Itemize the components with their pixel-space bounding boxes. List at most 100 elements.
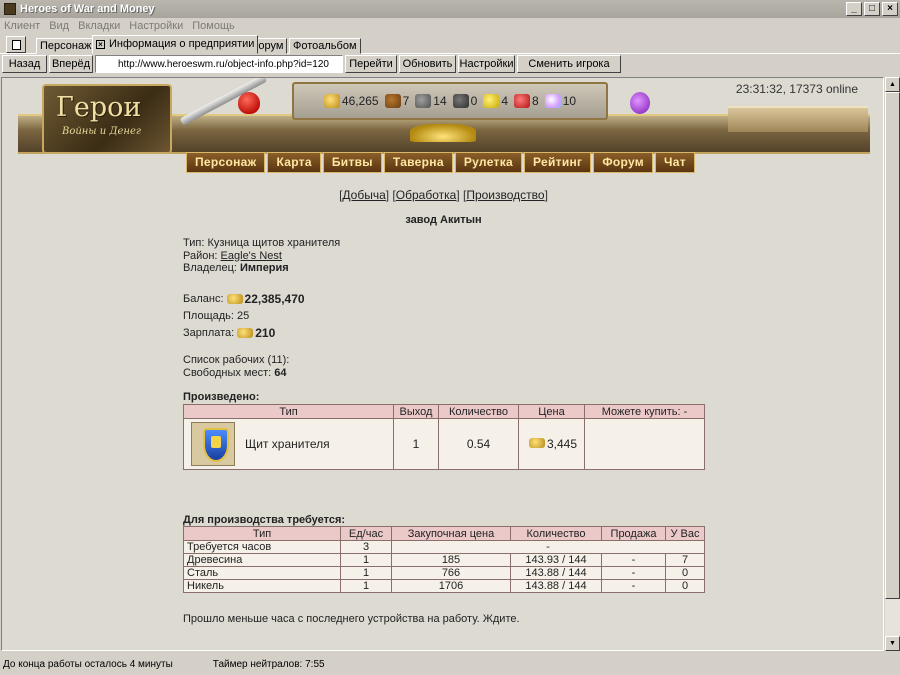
table-row: Сталь 1 766 143.88 / 144 - 0 <box>183 566 705 580</box>
quantity-cell: 143.88 / 144 <box>510 579 602 593</box>
window-title: Heroes of War and Money <box>20 3 155 15</box>
close-tab-icon[interactable]: × <box>96 40 105 49</box>
new-tab-button[interactable] <box>6 36 26 53</box>
type-value: Кузница щитов хранителя <box>207 237 341 249</box>
gems-value: 10 <box>562 94 577 108</box>
type-cell: Никель <box>183 579 341 593</box>
crystal-icon <box>514 94 531 108</box>
switch-player-button[interactable]: Сменить игрока <box>517 55 621 73</box>
gold-pile-icon <box>410 124 476 142</box>
sale-cell: - <box>601 553 666 567</box>
wood-icon <box>384 94 401 108</box>
hours-cell: 3 <box>340 540 392 554</box>
nav-forum[interactable]: Форум <box>593 152 653 173</box>
settings-button[interactable]: Настройки <box>458 55 515 73</box>
column-header: Цена <box>518 404 585 419</box>
product-name: Щит хранителя <box>245 437 330 451</box>
per-hour-cell: 1 <box>340 566 392 580</box>
workers-info: Список рабочих (11): Свободных мест: 64 <box>183 354 289 380</box>
potion-icon[interactable] <box>630 92 650 114</box>
table-row: Древесина 1 185 143.93 / 144 - 7 <box>183 553 705 567</box>
logo-title: Герои <box>56 92 142 123</box>
close-button[interactable]: × <box>882 2 898 16</box>
web-content: Герои Войны и Денег 46,265 7 14 0 4 8 10… <box>1 77 884 651</box>
gems-icon <box>544 94 561 108</box>
enterprise-stats: Баланс: 22,385,470 Площадь: 25 Зарплата: 2… <box>183 290 305 341</box>
column-header: Тип <box>183 404 394 419</box>
quantity-cell: 143.88 / 144 <box>510 566 602 580</box>
sulfur-value: 4 <box>501 94 509 108</box>
refresh-button[interactable]: Обновить <box>399 55 456 73</box>
menu-help[interactable]: Помощь <box>192 20 235 32</box>
column-header: Тип <box>183 526 341 541</box>
scroll-down-icon[interactable]: ▼ <box>885 636 900 651</box>
quantity-cell: 0.54 <box>438 418 519 470</box>
workers-list-label[interactable]: Список рабочих (11): <box>183 354 289 367</box>
quantity-cell: 143.93 / 144 <box>510 553 602 567</box>
vertical-scrollbar[interactable]: ▲ ▼ <box>885 77 900 651</box>
nav-character[interactable]: Персонаж <box>186 152 266 173</box>
maximize-button[interactable]: □ <box>864 2 880 16</box>
tab-bar: Персонаж × Информация о предприятии Форум… <box>0 34 900 54</box>
link-processing[interactable]: Обработка <box>396 188 457 202</box>
link-extraction[interactable]: Добыча <box>342 188 385 202</box>
crystal-resource: 8 <box>514 94 539 108</box>
link-production[interactable]: Производство <box>466 188 544 202</box>
menu-view[interactable]: Вид <box>49 20 69 32</box>
game-logo[interactable]: Герои Войны и Денег <box>42 84 172 154</box>
table-header-row: Тип Выход Количество Цена Можете купить:… <box>183 404 705 419</box>
required-table: Тип Ед/час Закупочная цена Количество Пр… <box>183 526 705 593</box>
tab-enterprise-info[interactable]: × Информация о предприятии <box>92 35 259 54</box>
ore-icon <box>415 94 432 108</box>
gold-icon <box>528 438 545 448</box>
minimize-button[interactable]: _ <box>846 2 862 16</box>
enterprise-category-links: [Добыча] [Обработка] [Производство] <box>339 188 548 202</box>
logo-subtitle: Войны и Денег <box>62 126 141 137</box>
type-cell: Требуется часов <box>183 540 341 554</box>
purchase-price-cell: 766 <box>391 566 511 580</box>
url-input[interactable] <box>95 55 343 73</box>
area-label: Площадь: <box>183 309 234 322</box>
shield-icon[interactable] <box>191 422 235 466</box>
nav-rating[interactable]: Рейтинг <box>523 152 592 173</box>
castle-icon <box>728 106 868 132</box>
required-title: Для производства требуется: <box>183 514 346 526</box>
sulfur-icon <box>483 94 500 108</box>
produced-table: Тип Выход Количество Цена Можете купить:… <box>183 404 705 470</box>
app-icon <box>4 3 16 15</box>
nav-map[interactable]: Карта <box>267 152 321 173</box>
go-button[interactable]: Перейти <box>345 55 397 73</box>
have-cell: 7 <box>665 553 705 567</box>
menu-tabs[interactable]: Вкладки <box>78 20 120 32</box>
heart-icon[interactable] <box>238 92 260 114</box>
forward-button[interactable]: Вперёд <box>49 55 93 73</box>
gold-icon <box>226 293 243 304</box>
tab-character[interactable]: Персонаж <box>36 38 96 54</box>
wood-value: 7 <box>402 94 410 108</box>
mercury-resource: 0 <box>452 94 477 108</box>
nav-roulette[interactable]: Рулетка <box>454 152 522 173</box>
output-cell: 1 <box>393 418 439 470</box>
column-header: Количество <box>438 404 519 419</box>
nav-chat[interactable]: Чат <box>654 152 695 173</box>
type-cell: Древесина <box>183 553 341 567</box>
column-header: Количество <box>510 526 602 541</box>
game-header: Герои Войны и Денег 46,265 7 14 0 4 8 10… <box>16 78 872 175</box>
district-link[interactable]: Eagle's Nest <box>221 250 282 262</box>
scroll-thumb[interactable] <box>885 92 900 599</box>
dash-cell: - <box>391 540 705 554</box>
district-label: Район: <box>183 249 218 262</box>
gold-resource: 46,265 <box>323 94 379 108</box>
nav-battles[interactable]: Битвы <box>322 152 382 173</box>
enterprise-info: Тип: Кузница щитов хранителя Район: Eagl… <box>183 237 340 275</box>
neutral-timer-status: Таймер нейтралов: 7:55 <box>212 658 325 670</box>
gold-icon <box>237 327 254 338</box>
menu-client[interactable]: Клиент <box>4 20 40 32</box>
back-button[interactable]: Назад <box>2 55 47 73</box>
wood-resource: 7 <box>384 94 410 108</box>
nav-tavern[interactable]: Таверна <box>383 152 453 173</box>
area-value: 25 <box>237 309 250 322</box>
menu-settings[interactable]: Настройки <box>129 20 183 32</box>
scroll-up-icon[interactable]: ▲ <box>885 77 900 92</box>
tab-photo-album[interactable]: Фотоальбом <box>289 38 361 54</box>
